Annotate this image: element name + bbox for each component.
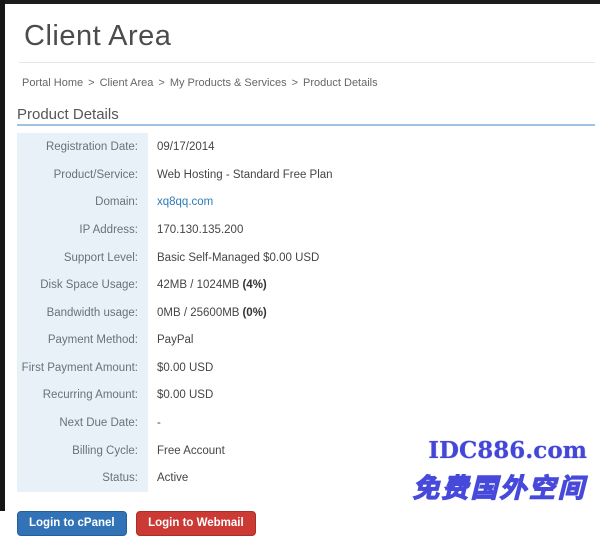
action-buttons: Login to cPanel Login to Webmail [17,511,595,536]
breadcrumb-link-client-area[interactable]: Client Area [100,77,154,89]
breadcrumb-link-portal-home[interactable]: Portal Home [22,77,83,89]
row-label: Recurring Amount: [17,382,148,410]
table-row-bandwidth-usage: Bandwidth usage: 0MB / 25600MB(0%) [17,299,595,327]
table-row-registration-date: Registration Date: 09/17/2014 [17,133,595,161]
breadcrumb-link-product-details[interactable]: Product Details [303,77,378,89]
table-row-first-payment-amount: First Payment Amount: $0.00 USD [17,354,595,382]
usage-amount: 42MB / 1024MB [157,279,239,291]
table-row-status: Status: Active [17,464,595,492]
breadcrumb: Portal Home > Client Area > My Products & Se… [22,77,595,90]
table-row-recurring-amount: Recurring Amount: $0.00 USD [17,382,595,410]
table-row-ip-address: IP Address: 170.130.135.200 [17,216,595,244]
row-value: xq8qq.com [148,189,595,217]
row-label: Payment Method: [17,327,148,355]
breadcrumb-separator: > [292,77,298,89]
client-area-page: Client Area Portal Home > Client Area > My P… [17,4,595,536]
row-value: Basic Self-Managed $0.00 USD [148,244,595,272]
row-value: 42MB / 1024MB(4%) [148,271,595,299]
row-label: Product/Service: [17,161,148,189]
login-to-webmail-button[interactable]: Login to Webmail [136,511,256,536]
domain-link[interactable]: xq8qq.com [157,196,213,208]
row-label: Status: [17,464,148,492]
row-label: Billing Cycle: [17,437,148,465]
row-value: 0MB / 25600MB(0%) [148,299,595,327]
row-label: IP Address: [17,216,148,244]
usage-percent: (0%) [242,307,266,319]
row-label: Registration Date: [17,133,148,161]
row-value: $0.00 USD [148,354,595,382]
status-value: Active [148,464,595,492]
table-row-payment-method: Payment Method: PayPal [17,327,595,355]
table-row-billing-cycle: Billing Cycle: Free Account [17,437,595,465]
row-value: $0.00 USD [148,382,595,410]
usage-percent: (4%) [242,279,266,291]
row-value: Web Hosting - Standard Free Plan [148,161,595,189]
row-value: 09/17/2014 [148,133,595,161]
screenshot-border-left [0,0,5,511]
breadcrumb-link-my-products-services[interactable]: My Products & Services [170,77,287,89]
row-label: Support Level: [17,244,148,272]
page-title: Client Area [24,20,595,53]
login-to-cpanel-button[interactable]: Login to cPanel [17,511,127,536]
row-value: - [148,409,595,437]
row-label: Domain: [17,189,148,217]
table-row-support-level: Support Level: Basic Self-Managed $0.00 … [17,244,595,272]
product-details-table: Registration Date: 09/17/2014 Product/Se… [17,133,595,492]
row-label: Bandwidth usage: [17,299,148,327]
breadcrumb-separator: > [158,77,164,89]
row-label: Disk Space Usage: [17,271,148,299]
breadcrumb-separator: > [88,77,94,89]
row-value: Free Account [148,437,595,465]
row-value: PayPal [148,327,595,355]
row-value: 170.130.135.200 [148,216,595,244]
table-row-disk-space-usage: Disk Space Usage: 42MB / 1024MB(4%) [17,271,595,299]
table-row-next-due-date: Next Due Date: - [17,409,595,437]
row-label: Next Due Date: [17,409,148,437]
table-row-domain: Domain: xq8qq.com [17,189,595,217]
table-row-product-service: Product/Service: Web Hosting - Standard … [17,161,595,189]
title-divider [19,62,595,63]
section-title-product-details: Product Details [17,107,595,126]
usage-amount: 0MB / 25600MB [157,307,239,319]
row-label: First Payment Amount: [17,354,148,382]
